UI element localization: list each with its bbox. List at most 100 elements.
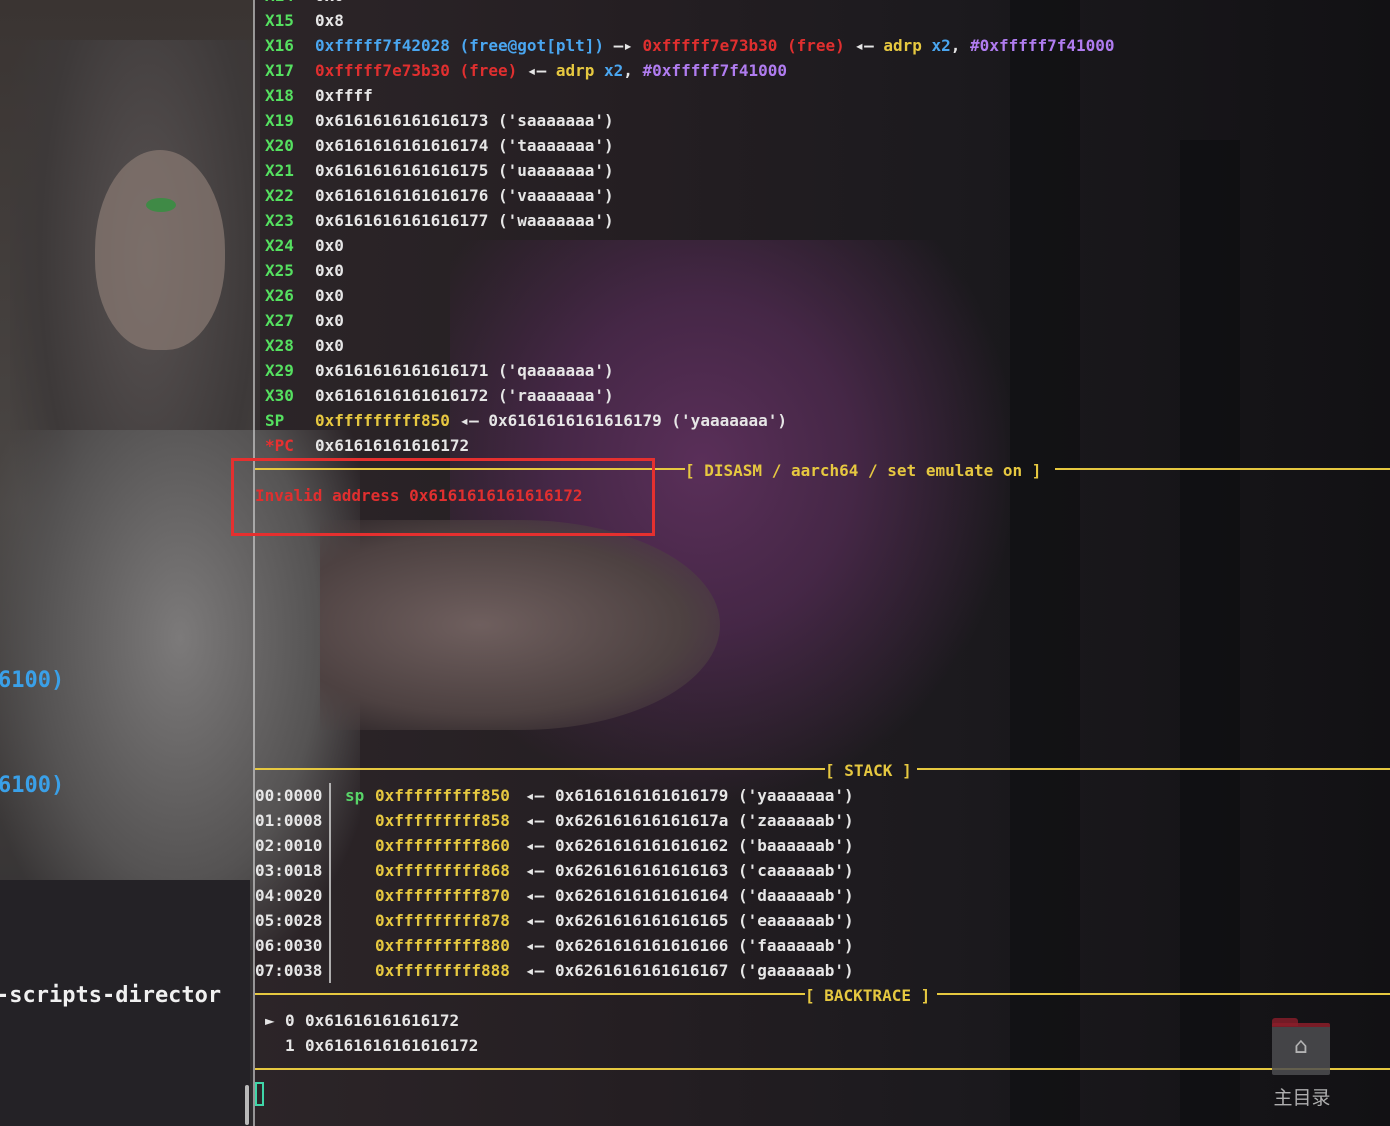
register-row: X30 0x6161616161616172 ('raaaaaaa') bbox=[255, 383, 614, 408]
stack-value: 0x6261616161616164 ('daaaaaab') bbox=[555, 886, 854, 905]
stack-tag: sp bbox=[345, 786, 365, 805]
stack-address: 0xfffffffff860 bbox=[375, 836, 510, 855]
stack-offset: 04:0020 bbox=[255, 886, 323, 905]
register-value: 0xfffffffff850 bbox=[315, 411, 450, 430]
terminal-cursor[interactable] bbox=[255, 1082, 264, 1106]
stack-arrow: ◂— bbox=[525, 786, 545, 805]
register-value: x2 bbox=[604, 61, 624, 80]
stack-arrow: ◂— bbox=[525, 836, 545, 855]
register-value: 0xffff bbox=[315, 86, 373, 105]
register-value: 0x8 bbox=[315, 11, 344, 30]
backtrace-title: [ BACKTRACE ] bbox=[805, 986, 931, 1005]
register-name: X23 bbox=[265, 211, 294, 230]
register-name: X19 bbox=[265, 111, 294, 130]
register-value: ◂— bbox=[844, 36, 884, 55]
stack-arrow: ◂— bbox=[525, 861, 545, 880]
register-value: 0xfffff7e73b30 (free) bbox=[642, 36, 845, 55]
disasm-title: [ DISASM / aarch64 / set emulate on ] bbox=[685, 461, 1042, 480]
register-value: adrp bbox=[883, 36, 922, 55]
stack-offset: 02:0010 bbox=[255, 836, 323, 855]
register-name: *PC bbox=[265, 436, 294, 455]
register-row: *PC 0x61616161616172 bbox=[255, 433, 469, 458]
left-pane-text-3: -scripts-director bbox=[0, 983, 222, 1008]
home-folder-label[interactable]: 主目录 bbox=[1262, 1083, 1342, 1110]
stack-address: 0xfffffffff888 bbox=[375, 961, 510, 980]
highlight-annotation-box bbox=[231, 458, 655, 536]
register-value: 0x6161616161616177 ('waaaaaaa') bbox=[315, 211, 614, 230]
stack-address: 0xfffffffff870 bbox=[375, 886, 510, 905]
register-value: 0x0 bbox=[315, 311, 344, 330]
stack-arrow: ◂— bbox=[525, 911, 545, 930]
register-name: X24 bbox=[265, 236, 294, 255]
stack-row: 04:0020 0xfffffffff870 ◂— 0x626161616161616… bbox=[255, 883, 854, 908]
register-value: #0xfffff7f41000 bbox=[642, 61, 788, 80]
stack-row: 03:0018 0xfffffffff868 ◂— 0x626161616161616… bbox=[255, 858, 854, 883]
stack-rule-right bbox=[917, 768, 1390, 770]
backtrace-marker: ► bbox=[265, 1011, 275, 1030]
stack-offset: 05:0028 bbox=[255, 911, 323, 930]
register-value: 0x6161616161616171 ('qaaaaaaa') bbox=[315, 361, 614, 380]
stack-rule-left bbox=[255, 768, 825, 770]
register-value: adrp bbox=[555, 61, 595, 80]
stack-title: [ STACK ] bbox=[825, 761, 912, 780]
stack-row: 06:0030 0xfffffffff880 ◂— 0x626161616161616… bbox=[255, 933, 854, 958]
home-folder-icon[interactable]: ⌂ bbox=[1272, 1018, 1330, 1075]
register-name: X14 bbox=[255, 0, 315, 8]
backtrace-address: 0x61616161616172 bbox=[305, 1011, 460, 1030]
register-name: SP bbox=[265, 411, 285, 430]
register-value bbox=[922, 36, 932, 55]
register-row: X24 0x0 bbox=[255, 233, 344, 258]
register-value: #0xfffff7f41000 bbox=[970, 36, 1115, 55]
register-row: X21 0x6161616161616175 ('uaaaaaaa') bbox=[255, 158, 614, 183]
register-name: X27 bbox=[265, 311, 294, 330]
backtrace-frame: ► 0 0x61616161616172 bbox=[255, 1008, 459, 1033]
register-value: 0x0 bbox=[315, 236, 344, 255]
stack-row: 01:0008 0xfffffffff858 ◂— 0x626161616161617… bbox=[255, 808, 854, 833]
stack-address: 0xfffffffff858 bbox=[375, 811, 510, 830]
register-value: 0x61616161616172 bbox=[315, 436, 470, 455]
stack-offset: 00:0000 bbox=[255, 786, 323, 805]
register-name: X21 bbox=[265, 161, 294, 180]
stack-value: 0x6261616161616162 ('baaaaaab') bbox=[555, 836, 854, 855]
stack-value: 0x6261616161616166 ('faaaaaab') bbox=[555, 936, 854, 955]
backtrace-rule-left bbox=[255, 993, 805, 995]
stack-arrow: ◂— bbox=[525, 936, 545, 955]
register-name: X20 bbox=[265, 136, 294, 155]
register-row: X17 0xfffff7e73b30 (free) ◂— adrp x2, #0x… bbox=[255, 58, 787, 83]
register-row: X16 0xfffff7f42028 (free@got[plt]) —▸ 0xf… bbox=[255, 33, 1115, 58]
register-value: 0x0 bbox=[315, 336, 344, 355]
register-value: —▸ bbox=[603, 36, 643, 55]
register-row: X20 0x6161616161616174 ('taaaaaaa') bbox=[255, 133, 614, 158]
register-name: X25 bbox=[265, 261, 294, 280]
register-value bbox=[594, 61, 604, 80]
register-row: X15 0x8 bbox=[255, 8, 344, 33]
register-name: X26 bbox=[265, 286, 294, 305]
register-value: ◂— bbox=[517, 61, 556, 80]
disasm-rule-right bbox=[1055, 468, 1390, 470]
stack-address: 0xfffffffff878 bbox=[375, 911, 510, 930]
register-name: X18 bbox=[265, 86, 294, 105]
stack-address: 0xfffffffff850 bbox=[375, 786, 510, 805]
register-name: X28 bbox=[265, 336, 294, 355]
register-value: 0x6161616161616175 ('uaaaaaaa') bbox=[315, 161, 614, 180]
gdb-terminal[interactable]: X140x0X150x8X160xfffff7f42028 (free@got[… bbox=[255, 0, 1390, 1126]
stack-offset: 01:0008 bbox=[255, 811, 323, 830]
register-value: 0xfffff7e73b30 (free) bbox=[315, 61, 518, 80]
left-pane-text-2: 6100) bbox=[0, 773, 65, 798]
register-row: X29 0x6161616161616171 ('qaaaaaaa') bbox=[255, 358, 614, 383]
backtrace-index: 0 bbox=[285, 1011, 295, 1030]
register-value: , bbox=[950, 36, 971, 55]
register-value: 0x6161616161616176 ('vaaaaaaa') bbox=[315, 186, 614, 205]
register-value: x2 bbox=[931, 36, 951, 55]
register-name: X16 bbox=[265, 36, 294, 55]
register-value: 0x0 bbox=[315, 0, 344, 5]
register-row: X18 0xffff bbox=[255, 83, 373, 108]
register-row: X27 0x0 bbox=[255, 308, 344, 333]
backtrace-index: 1 bbox=[285, 1036, 295, 1055]
stack-offset: 07:0038 bbox=[255, 961, 323, 980]
backtrace-address: 0x6161616161616172 bbox=[305, 1036, 479, 1055]
register-value: 0x0 bbox=[315, 286, 344, 305]
register-value: 0x6161616161616173 ('saaaaaaa') bbox=[315, 111, 614, 130]
stack-value: 0x6261616161616167 ('gaaaaaab') bbox=[555, 961, 854, 980]
scrollbar[interactable] bbox=[245, 1085, 249, 1125]
